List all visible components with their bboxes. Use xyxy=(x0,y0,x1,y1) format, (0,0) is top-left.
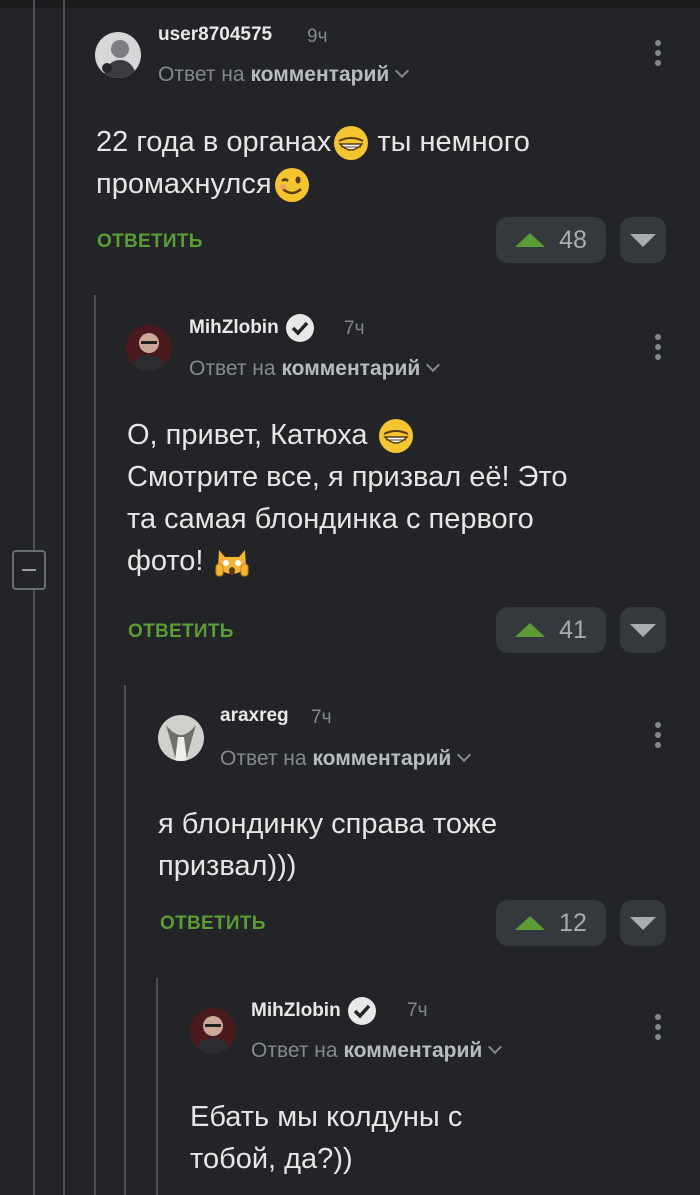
chevron-down-icon xyxy=(488,1039,503,1055)
more-options-icon[interactable] xyxy=(655,40,661,70)
comment-text: 22 года в органах ты немного промахнулся xyxy=(96,121,676,205)
downvote-arrow-icon xyxy=(630,623,656,637)
winking-emoji-icon xyxy=(274,168,309,203)
reply-to-link[interactable]: Ответ на комментарий xyxy=(189,357,441,381)
grinning-emoji-icon xyxy=(334,126,369,161)
chevron-down-icon xyxy=(457,747,472,763)
reply-target: комментарий xyxy=(250,63,390,86)
timestamp: 7ч xyxy=(344,318,365,339)
downvote-arrow-icon xyxy=(630,916,656,930)
avatar[interactable] xyxy=(158,715,204,761)
more-options-icon[interactable] xyxy=(655,1014,661,1044)
thread-line[interactable] xyxy=(124,685,126,1195)
downvote-button[interactable] xyxy=(620,607,666,653)
reply-target: комментарий xyxy=(281,357,421,380)
collapse-thread-button[interactable] xyxy=(12,550,46,590)
thread-line[interactable] xyxy=(33,0,35,1195)
username[interactable]: MihZlobin xyxy=(251,996,377,1026)
avatar[interactable] xyxy=(95,32,141,78)
reply-to-link[interactable]: Ответ на комментарий xyxy=(158,63,410,87)
comment-text-line: призвал))) xyxy=(158,850,297,882)
top-bar xyxy=(0,0,700,8)
username[interactable]: araxreg xyxy=(220,705,289,727)
avatar[interactable] xyxy=(190,1008,236,1054)
reply-target: комментарий xyxy=(343,1039,483,1062)
comment-text-line: фото! xyxy=(127,545,204,577)
scared-cat-emoji-icon xyxy=(215,550,249,577)
verified-badge-icon xyxy=(285,314,314,342)
more-options-icon[interactable] xyxy=(655,722,661,752)
comment-text-line: промахнулся xyxy=(96,168,272,200)
comment-text-line: Ебать мы колдуны с xyxy=(190,1101,463,1133)
username[interactable]: user8704575 xyxy=(158,24,272,46)
reply-prefix: Ответ на xyxy=(251,1039,338,1062)
upvote-arrow-icon xyxy=(515,233,546,247)
thread-line[interactable] xyxy=(63,0,65,1195)
comment-text-line: я блондинку справа тоже xyxy=(158,808,498,840)
reply-button[interactable]: ОТВЕТИТЬ xyxy=(160,913,266,935)
comment-text-line: 22 года в органах xyxy=(96,126,332,158)
downvote-button[interactable] xyxy=(620,900,666,946)
chevron-down-icon xyxy=(426,357,441,373)
vote-count: 41 xyxy=(559,615,587,644)
reply-target: комментарий xyxy=(312,747,452,770)
upvote-arrow-icon xyxy=(515,916,546,930)
thread-line[interactable] xyxy=(94,295,96,1195)
downvote-arrow-icon xyxy=(630,233,656,247)
more-options-icon[interactable] xyxy=(655,334,661,364)
comment-text-line: Смотрите все, я призвал её! Это xyxy=(127,461,568,493)
comment-text-line: ты немного xyxy=(377,126,530,158)
reply-button[interactable]: ОТВЕТИТЬ xyxy=(97,231,203,253)
timestamp: 9ч xyxy=(307,26,328,47)
comment-text: Ебать мы колдуны с тобой, да?)) xyxy=(190,1096,670,1180)
timestamp: 7ч xyxy=(311,707,332,728)
username-text: MihZlobin xyxy=(189,317,279,339)
reply-prefix: Ответ на xyxy=(189,357,276,380)
verified-badge-icon xyxy=(347,997,376,1025)
reply-to-link[interactable]: Ответ на комментарий xyxy=(220,747,472,771)
grinning-emoji-icon xyxy=(378,419,413,454)
thread-line[interactable] xyxy=(156,978,158,1195)
upvote-arrow-icon xyxy=(515,623,546,637)
upvote-button[interactable]: 41 xyxy=(496,607,606,653)
upvote-button[interactable]: 48 xyxy=(496,217,606,263)
vote-count: 48 xyxy=(559,225,587,254)
reply-button[interactable]: ОТВЕТИТЬ xyxy=(128,621,234,643)
reply-to-link[interactable]: Ответ на комментарий xyxy=(251,1039,503,1063)
timestamp: 7ч xyxy=(407,1000,428,1021)
comment-text: О, привет, Катюха Смотрите все, я призва… xyxy=(127,414,667,582)
username[interactable]: MihZlobin xyxy=(189,313,315,343)
downvote-button[interactable] xyxy=(620,217,666,263)
comment-text-line: та самая блондинка с первого xyxy=(127,503,534,535)
avatar[interactable] xyxy=(126,325,172,371)
chevron-down-icon xyxy=(395,63,410,79)
upvote-button[interactable]: 12 xyxy=(496,900,606,946)
reply-prefix: Ответ на xyxy=(158,63,245,86)
comment-text-line: тобой, да?)) xyxy=(190,1143,353,1175)
username-text: MihZlobin xyxy=(251,1000,341,1022)
comment-text: я блондинку справа тоже призвал))) xyxy=(158,803,668,887)
reply-prefix: Ответ на xyxy=(220,747,307,770)
comment-text-line: О, привет, Катюха xyxy=(127,419,368,451)
vote-count: 12 xyxy=(559,908,587,937)
